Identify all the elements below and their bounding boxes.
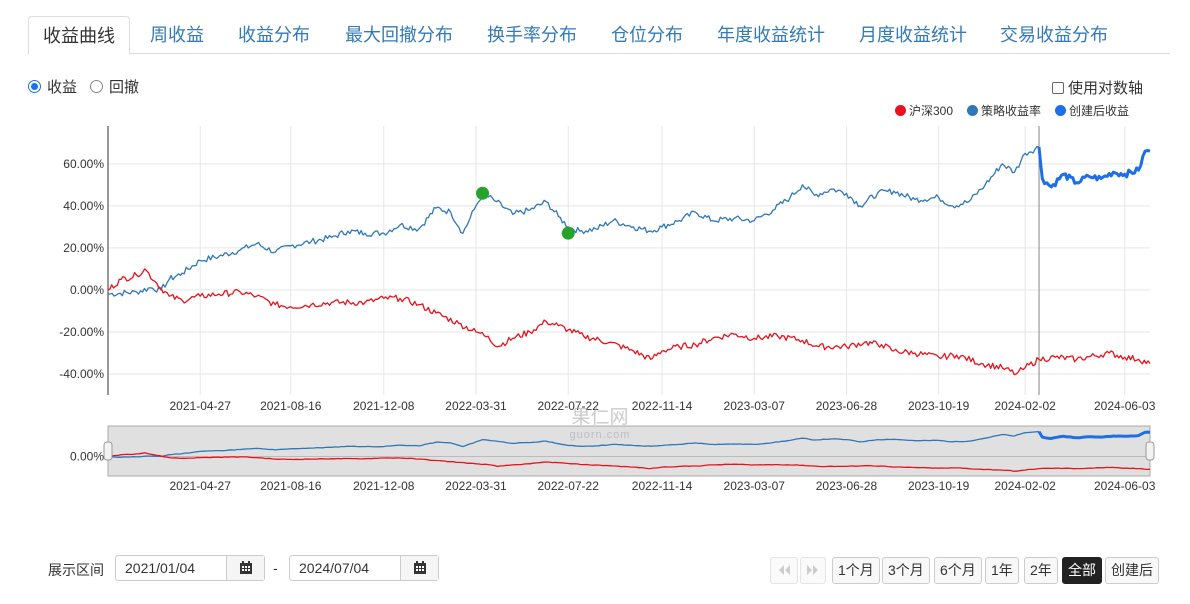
series-line-after-create — [1037, 146, 1151, 189]
x-tick-label: 2024-06-03 — [1094, 399, 1156, 413]
range-dash: - — [273, 560, 278, 576]
navigator-x-tick-label: 2021-08-16 — [260, 479, 322, 493]
double-left-arrow-icon — [779, 565, 790, 575]
start-date-field[interactable]: 2021/01/04 — [115, 555, 265, 581]
navigator-x-tick-label: 2022-11-14 — [632, 479, 693, 493]
watermark-line2: guorn.com — [569, 429, 631, 441]
watermark-line1: 果仁网 — [571, 407, 629, 428]
range-button-6m[interactable]: 6个月 — [934, 557, 982, 584]
y-tick-label: 20.00% — [63, 241, 104, 255]
x-tick-label: 2023-10-19 — [908, 399, 970, 413]
y-tick-label: -20.00% — [59, 325, 104, 339]
navigator-y-tick-label: 0.00% — [70, 450, 104, 464]
x-tick-label: 2023-06-28 — [816, 399, 878, 413]
y-tick-label: 0.00% — [70, 283, 104, 297]
navigator-x-tick-label: 2022-07-22 — [538, 479, 600, 493]
range-button-since-create[interactable]: 创建后 — [1105, 557, 1159, 584]
navigator-right-handle[interactable] — [1145, 441, 1155, 461]
navigator-x-tick-label: 2023-03-07 — [724, 479, 786, 493]
drawdown-marker — [476, 186, 490, 200]
navigator-x-tick-label: 2021-04-27 — [170, 479, 232, 493]
end-date-value[interactable]: 2024/07/04 — [290, 556, 400, 580]
range-button-2y[interactable]: 2年 — [1024, 557, 1058, 584]
navigator-x-tick-label: 2022-03-31 — [445, 479, 507, 493]
x-tick-label: 2023-03-07 — [724, 399, 786, 413]
navigator-x-tick-label: 2021-12-08 — [353, 479, 415, 493]
next-period-button[interactable] — [800, 557, 826, 584]
double-right-arrow-icon — [807, 565, 818, 575]
x-tick-label: 2024-02-02 — [994, 399, 1056, 413]
x-tick-label: 2021-08-16 — [260, 399, 322, 413]
start-date-value[interactable]: 2021/01/04 — [116, 556, 226, 580]
range-label: 展示区间 — [48, 562, 104, 578]
calendar-icon[interactable] — [400, 556, 438, 580]
navigator-x-tick-label: 2024-06-03 — [1094, 479, 1156, 493]
calendar-icon[interactable] — [226, 556, 264, 580]
end-date-field[interactable]: 2024/07/04 — [289, 555, 439, 581]
y-tick-label: -40.00% — [59, 367, 104, 381]
range-button-3m[interactable]: 3个月 — [882, 557, 930, 584]
navigator-x-tick-label: 2023-10-19 — [908, 479, 970, 493]
prev-period-button[interactable] — [770, 557, 798, 584]
range-button-all[interactable]: 全部 — [1062, 557, 1102, 584]
series-line-hs300 — [107, 268, 1151, 376]
x-tick-label: 2021-12-08 — [353, 399, 415, 413]
navigator-x-tick-label: 2024-02-02 — [994, 479, 1056, 493]
range-button-1m[interactable]: 1个月 — [832, 557, 880, 584]
x-tick-label: 2022-11-14 — [632, 399, 693, 413]
x-tick-label: 2021-04-27 — [170, 399, 232, 413]
drawdown-marker — [561, 226, 575, 240]
y-tick-label: 60.00% — [63, 157, 104, 171]
x-tick-label: 2022-03-31 — [445, 399, 507, 413]
watermark: 果仁网 guorn.com — [560, 402, 640, 441]
range-button-1y[interactable]: 1年 — [985, 557, 1019, 584]
navigator-x-tick-label: 2023-06-28 — [816, 479, 878, 493]
navigator-left-handle[interactable] — [103, 441, 113, 461]
series-line-strategy — [107, 145, 1040, 297]
y-tick-label: 40.00% — [63, 199, 104, 213]
